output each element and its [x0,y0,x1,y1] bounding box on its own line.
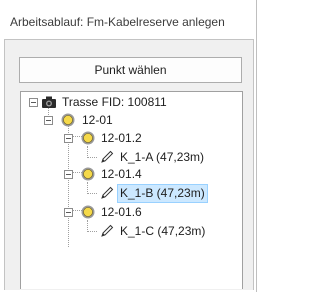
tree-line [87,231,97,232]
tree-line [68,126,69,247]
tree-group-label[interactable]: 12-01 [80,112,115,129]
pencil-icon [101,186,114,199]
camera-icon [42,96,56,108]
tree-node-label[interactable]: 12-01.4 [99,166,144,183]
point-icon [61,113,75,127]
cable-reserve-item[interactable]: K_1-C (47,23m) [118,223,207,240]
pencil-icon [101,150,114,163]
collapse-toggle[interactable] [64,170,73,179]
pencil-icon [101,224,114,237]
collapse-toggle[interactable] [64,134,73,143]
point-icon [81,167,95,181]
workflow-title: Arbeitsablauf: Fm-Kabelreserve anlegen [10,15,225,29]
collapse-toggle[interactable] [64,208,73,217]
select-point-button[interactable]: Punkt wählen [19,57,242,83]
tree-line [87,193,97,194]
collapse-toggle[interactable] [29,98,38,107]
collapse-toggle[interactable] [44,116,53,125]
window-border [256,0,257,292]
cable-reserve-item[interactable]: K_1-A (47,23m) [118,149,206,166]
tree-node-label[interactable]: 12-01.2 [99,130,144,147]
cable-reserve-item-selected[interactable]: K_1-B (47,23m) [117,184,208,203]
tree-node-label[interactable]: 12-01.6 [99,204,144,221]
tree-line [87,157,97,158]
route-tree[interactable]: Trasse FID: 100811 12-01 12-01.2 K_1-A (… [20,91,243,289]
point-icon [81,131,95,145]
tree-root-label[interactable]: Trasse FID: 100811 [60,94,169,111]
point-icon [81,205,95,219]
